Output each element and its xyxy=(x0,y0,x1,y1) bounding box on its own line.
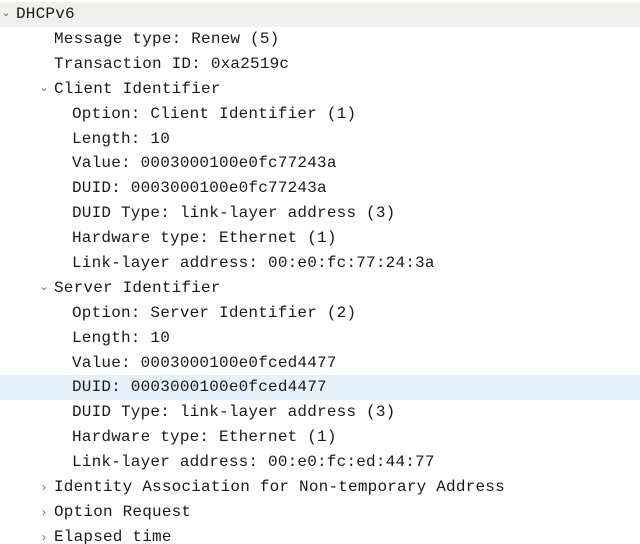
field-option[interactable]: Option: Server Identifier (2) xyxy=(0,301,640,326)
tree-node-option-request[interactable]: Option Request xyxy=(0,500,640,525)
field-text: Option: Server Identifier (2) xyxy=(72,301,356,326)
field-duid[interactable]: DUID: 0003000100e0fced4477 xyxy=(0,375,640,400)
field-text: Length: 10 xyxy=(72,326,170,351)
tree-node-elapsed-time[interactable]: Elapsed time xyxy=(0,525,640,544)
node-label: Client Identifier xyxy=(54,77,221,102)
field-text: Length: 10 xyxy=(72,127,170,152)
field-text: Message type: Renew (5) xyxy=(54,27,279,52)
tree-node-dhcpv6[interactable]: DHCPv6 xyxy=(0,2,640,27)
field-text: Hardware type: Ethernet (1) xyxy=(72,425,337,450)
field-length[interactable]: Length: 10 xyxy=(0,326,640,351)
field-transaction-id[interactable]: Transaction ID: 0xa2519c xyxy=(0,52,640,77)
field-hardware-type[interactable]: Hardware type: Ethernet (1) xyxy=(0,425,640,450)
field-text: Link-layer address: 00:e0:fc:77:24:3a xyxy=(72,251,435,276)
field-duid-type[interactable]: DUID Type: link-layer address (3) xyxy=(0,400,640,425)
tree-node-ia-na[interactable]: Identity Association for Non-temporary A… xyxy=(0,475,640,500)
packet-details-tree: DHCPv6 Message type: Renew (5) Transacti… xyxy=(0,0,640,544)
field-text: Transaction ID: 0xa2519c xyxy=(54,52,289,77)
field-text: Value: 0003000100e0fced4477 xyxy=(72,351,337,376)
chevron-right-icon xyxy=(38,503,50,522)
node-label: DHCPv6 xyxy=(16,2,75,27)
field-text: DUID: 0003000100e0fc77243a xyxy=(72,176,327,201)
tree-node-client-identifier[interactable]: Client Identifier xyxy=(0,77,640,102)
field-text: DUID Type: link-layer address (3) xyxy=(72,400,395,425)
field-length[interactable]: Length: 10 xyxy=(0,126,640,151)
chevron-down-icon xyxy=(0,5,12,24)
chevron-right-icon xyxy=(38,478,50,497)
field-link-layer-address[interactable]: Link-layer address: 00:e0:fc:ed:44:77 xyxy=(0,450,640,475)
chevron-right-icon xyxy=(38,528,50,544)
field-duid[interactable]: DUID: 0003000100e0fc77243a xyxy=(0,176,640,201)
field-link-layer-address[interactable]: Link-layer address: 00:e0:fc:77:24:3a xyxy=(0,251,640,276)
tree-node-server-identifier[interactable]: Server Identifier xyxy=(0,276,640,301)
field-text: DUID: 0003000100e0fced4477 xyxy=(72,375,327,400)
field-text: Option: Client Identifier (1) xyxy=(72,102,356,127)
node-label: Identity Association for Non-temporary A… xyxy=(54,475,505,500)
field-value[interactable]: Value: 0003000100e0fced4477 xyxy=(0,350,640,375)
field-message-type[interactable]: Message type: Renew (5) xyxy=(0,27,640,52)
chevron-down-icon xyxy=(38,80,50,99)
chevron-down-icon xyxy=(38,279,50,298)
field-text: DUID Type: link-layer address (3) xyxy=(72,201,395,226)
field-text: Link-layer address: 00:e0:fc:ed:44:77 xyxy=(72,450,435,475)
node-label: Elapsed time xyxy=(54,525,172,544)
field-option[interactable]: Option: Client Identifier (1) xyxy=(0,102,640,127)
field-value[interactable]: Value: 0003000100e0fc77243a xyxy=(0,151,640,176)
field-duid-type[interactable]: DUID Type: link-layer address (3) xyxy=(0,201,640,226)
field-text: Hardware type: Ethernet (1) xyxy=(72,226,337,251)
node-label: Server Identifier xyxy=(54,276,221,301)
node-label: Option Request xyxy=(54,500,191,525)
field-text: Value: 0003000100e0fc77243a xyxy=(72,151,337,176)
field-hardware-type[interactable]: Hardware type: Ethernet (1) xyxy=(0,226,640,251)
